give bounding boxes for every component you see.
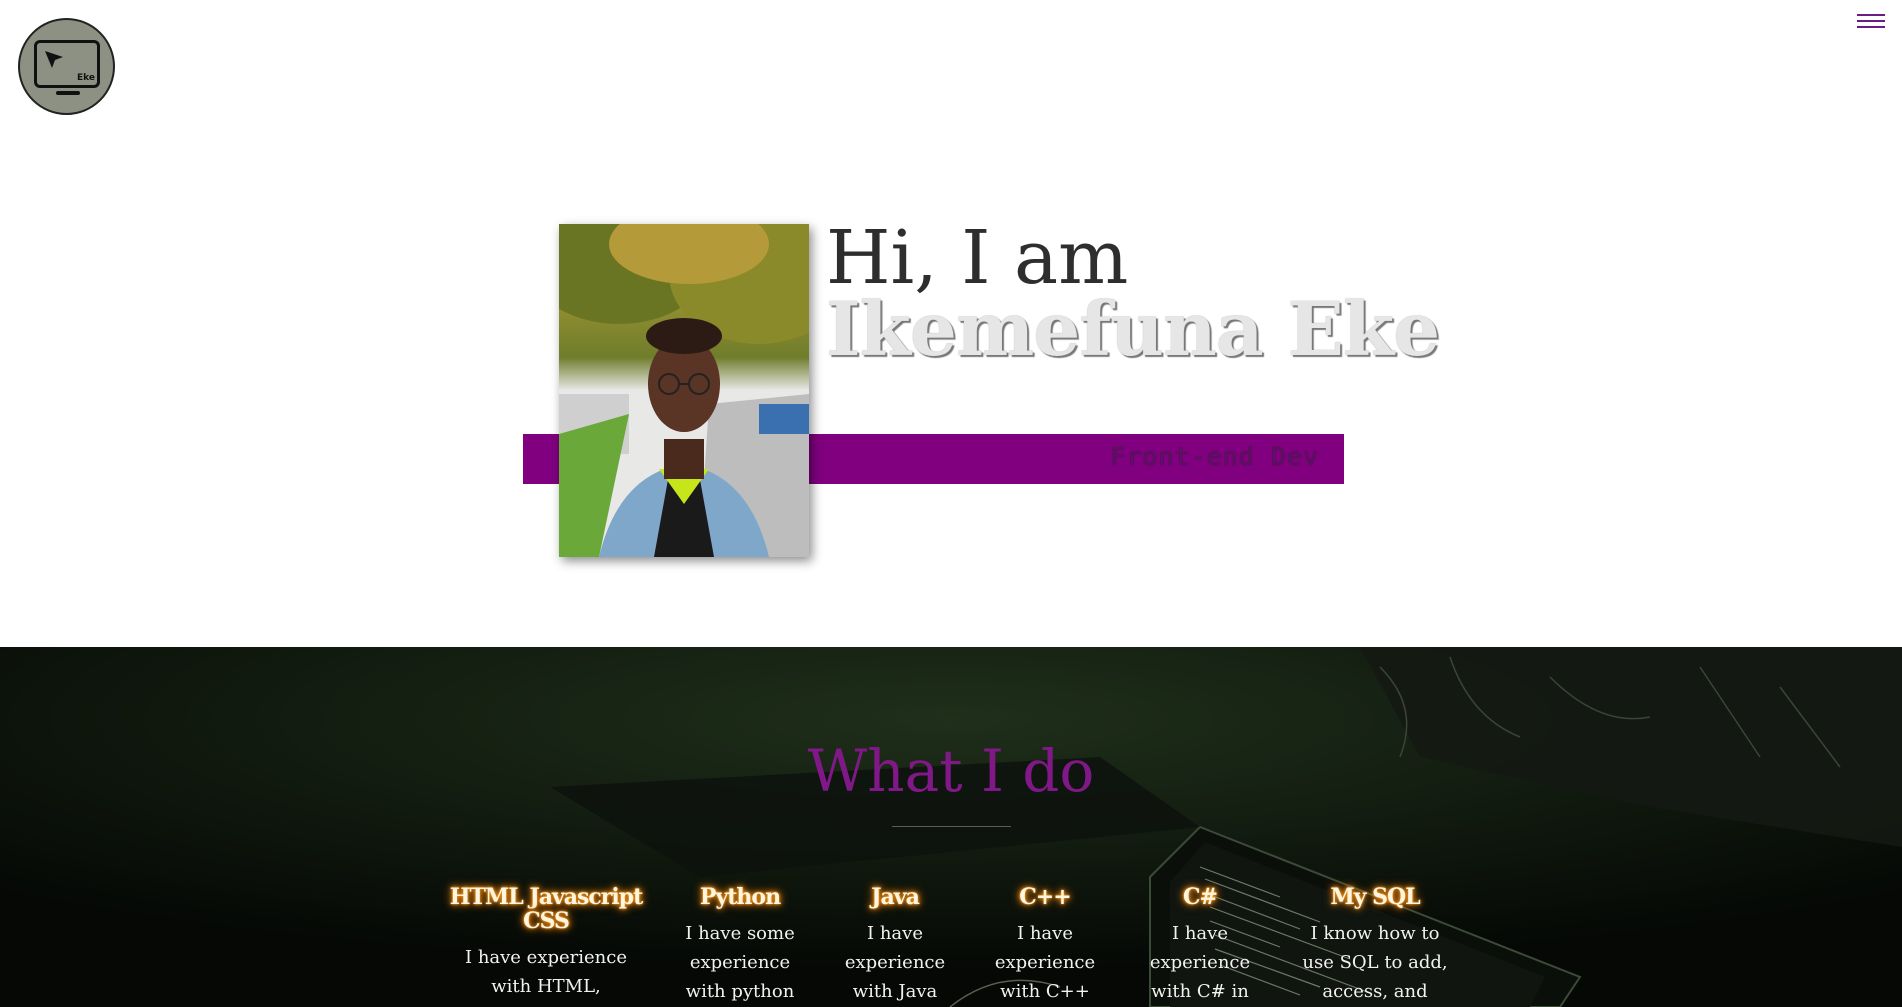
role-text: Front-end Dev	[1110, 442, 1319, 471]
skill-description: I have experience with C++ and	[994, 923, 1096, 1002]
skill-description: I have experience with Java	[844, 923, 946, 1002]
monitor-stand	[56, 91, 80, 95]
section-title: What I do	[807, 737, 1095, 805]
cursor-icon	[45, 51, 63, 68]
skill-title: My SQL	[1330, 884, 1420, 910]
skill-title: C++	[1019, 884, 1071, 910]
what-i-do-section: What I do HTML Javascript CSS I have exp…	[0, 647, 1902, 1007]
skill-card-python: Python I have some experience with pytho…	[680, 885, 800, 1006]
skill-description: I have experience with C# in	[1149, 923, 1251, 1002]
skill-card-csharp: C# I have experience with C# in	[1140, 885, 1260, 1006]
skill-title: C#	[1183, 884, 1218, 910]
monitor-icon: Eke	[34, 40, 100, 88]
skill-card-java: Java I have experience with Java	[835, 885, 955, 1006]
skill-title: Java	[871, 884, 920, 910]
skill-title: Python	[699, 884, 781, 910]
skill-card-cpp: C++ I have experience with C++ and	[985, 885, 1105, 1007]
profile-photo	[559, 224, 809, 557]
hero-name: Ikemefuna Eke	[826, 287, 1440, 373]
hamburger-menu-icon[interactable]	[1857, 14, 1885, 30]
skill-description: I have some experience with python	[685, 923, 795, 1002]
hero-greeting: Hi, I am	[826, 215, 1129, 301]
skill-description: I know how to use SQL to add, access, an…	[1302, 923, 1448, 1002]
skill-card-web: HTML Javascript CSS I have experience wi…	[446, 885, 646, 1007]
section-divider	[892, 826, 1011, 827]
skill-title: HTML Javascript CSS	[449, 884, 644, 934]
skill-card-mysql: My SQL I know how to use SQL to add, acc…	[1300, 885, 1450, 1006]
skill-description: I have experience with HTML, Javascript …	[464, 947, 628, 1007]
site-logo[interactable]: Eke	[18, 18, 115, 115]
logo-brand-text: Eke	[77, 73, 95, 83]
